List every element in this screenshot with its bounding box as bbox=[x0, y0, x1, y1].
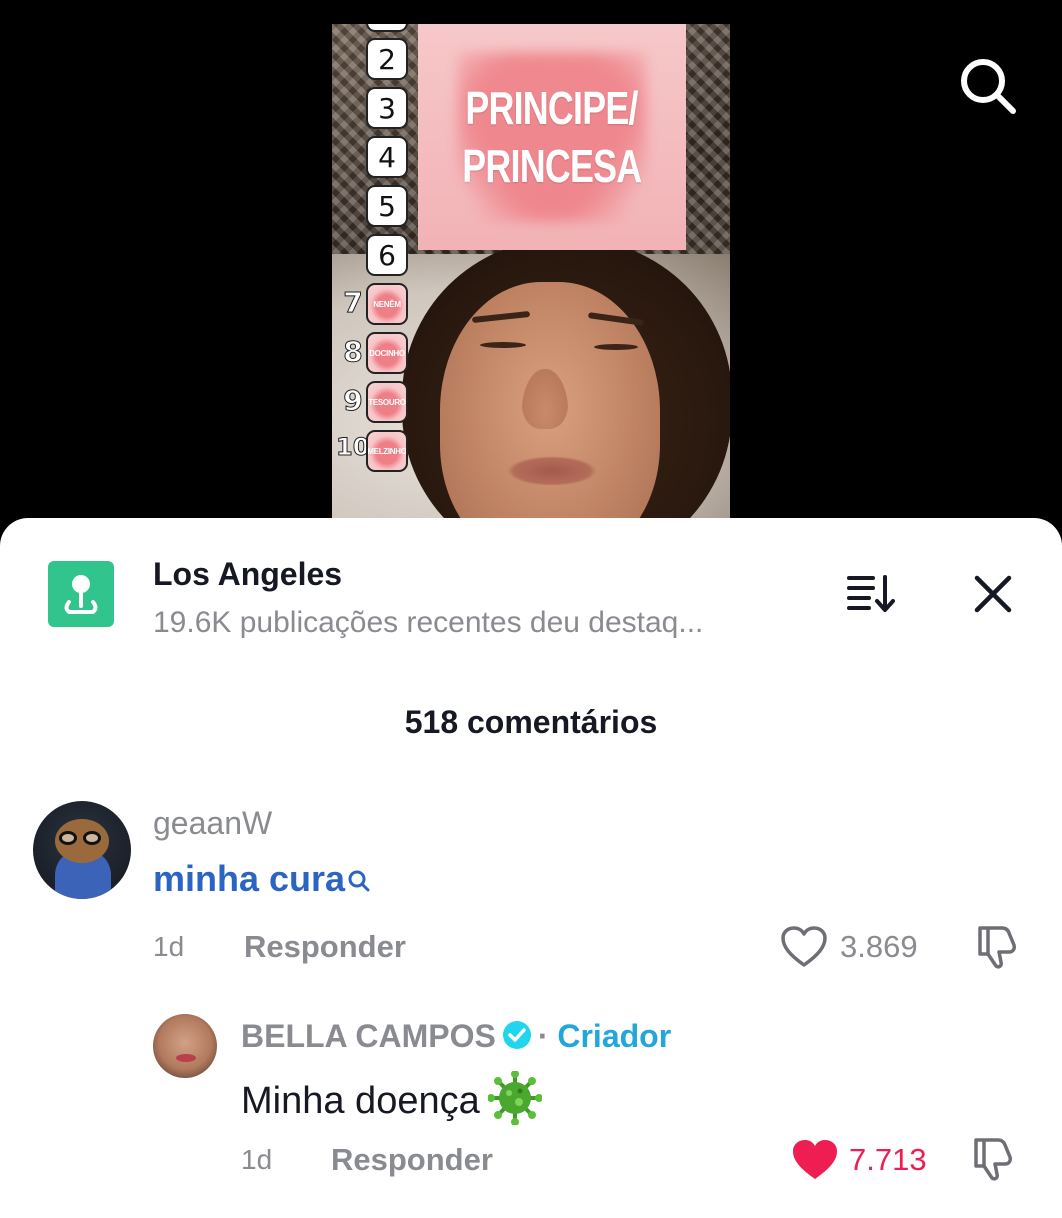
heart-box: DOCINHO bbox=[366, 332, 408, 374]
number-label: 7 bbox=[343, 286, 363, 320]
search-icon[interactable] bbox=[958, 56, 1018, 116]
comments-sheet: Los Angeles 19.6K publicações recentes d… bbox=[0, 518, 1062, 1218]
card-line-2: PRINCESA bbox=[462, 140, 642, 192]
avatar-glasses bbox=[59, 831, 77, 845]
comment-text-row: Minha doença bbox=[241, 1070, 543, 1135]
comment-text: Minha doença bbox=[241, 1080, 480, 1123]
comment-username[interactable]: geaanW bbox=[153, 805, 272, 842]
close-icon[interactable] bbox=[970, 571, 1016, 617]
heart-box-label: TESOURO bbox=[368, 397, 406, 407]
comment-time: 1d bbox=[153, 931, 185, 962]
number-box: 4 bbox=[366, 136, 408, 178]
reply-button[interactable]: Responder bbox=[244, 929, 406, 965]
like-count: 3.869 bbox=[840, 929, 918, 964]
filter-card: PRINCIPE/ PRINCESA bbox=[418, 24, 686, 250]
heart-box: TESOURO bbox=[366, 381, 408, 423]
avatar[interactable] bbox=[33, 801, 131, 899]
mouth bbox=[507, 456, 597, 486]
heart-box-label: NENÊM bbox=[373, 299, 401, 309]
right-eye bbox=[594, 344, 638, 350]
comment-count: 518 comentários bbox=[404, 704, 658, 740]
number-box: 3 bbox=[366, 87, 408, 129]
comment-text[interactable]: minha cura bbox=[153, 858, 345, 899]
number-box: 2 bbox=[366, 38, 408, 80]
avatar[interactable] bbox=[153, 1014, 217, 1078]
comment-username[interactable]: BELLA CAMPOS bbox=[241, 1018, 496, 1054]
number-label: 8 bbox=[343, 335, 363, 369]
location-subtitle[interactable]: 19.6K publicações recentes deu destaq... bbox=[153, 606, 703, 640]
heart-filled-icon[interactable] bbox=[791, 1138, 839, 1182]
comment-time: 1d bbox=[241, 1144, 273, 1175]
creator-badge: Criador bbox=[557, 1018, 672, 1054]
number-box: 5 bbox=[366, 185, 408, 227]
video-player[interactable]: PRINCIPE/ PRINCESA 2 3 4 5 6 7 NENÊM 8 D… bbox=[0, 0, 1062, 540]
heart-outline-icon[interactable] bbox=[780, 925, 828, 969]
reply-button[interactable]: Responder bbox=[331, 1142, 493, 1178]
card-line-1: PRINCIPE/ bbox=[465, 82, 639, 134]
number-label: 10 bbox=[336, 433, 370, 462]
location-title[interactable]: Los Angeles bbox=[153, 556, 342, 593]
nose bbox=[522, 369, 568, 429]
verified-badge-icon bbox=[502, 1020, 532, 1058]
map-pin-icon[interactable] bbox=[48, 561, 114, 627]
separator: · bbox=[537, 1018, 549, 1054]
dislike-icon[interactable] bbox=[968, 1136, 1016, 1182]
heart-box-label: MELZINHO bbox=[367, 446, 407, 456]
heart-box: NENÊM bbox=[366, 283, 408, 325]
number-box: 6 bbox=[366, 234, 408, 276]
avatar-lips bbox=[176, 1054, 196, 1062]
heart-box-label: DOCINHO bbox=[369, 348, 405, 358]
search-icon[interactable] bbox=[347, 860, 371, 902]
virus-emoji-icon bbox=[486, 1070, 543, 1135]
heart-box: MELZINHO bbox=[366, 430, 408, 472]
like-count: 7.713 bbox=[849, 1142, 927, 1177]
comment-text-link[interactable]: minha cura bbox=[153, 858, 371, 902]
comment-header: BELLA CAMPOS · Criador bbox=[241, 1018, 671, 1058]
number-box-partial bbox=[366, 24, 408, 32]
video-frame[interactable]: PRINCIPE/ PRINCESA 2 3 4 5 6 7 NENÊM 8 D… bbox=[332, 24, 730, 524]
left-eye bbox=[480, 342, 526, 348]
number-label: 9 bbox=[343, 384, 363, 418]
dislike-icon[interactable] bbox=[972, 924, 1020, 970]
avatar-glasses bbox=[83, 831, 101, 845]
sort-icon[interactable] bbox=[846, 573, 898, 615]
